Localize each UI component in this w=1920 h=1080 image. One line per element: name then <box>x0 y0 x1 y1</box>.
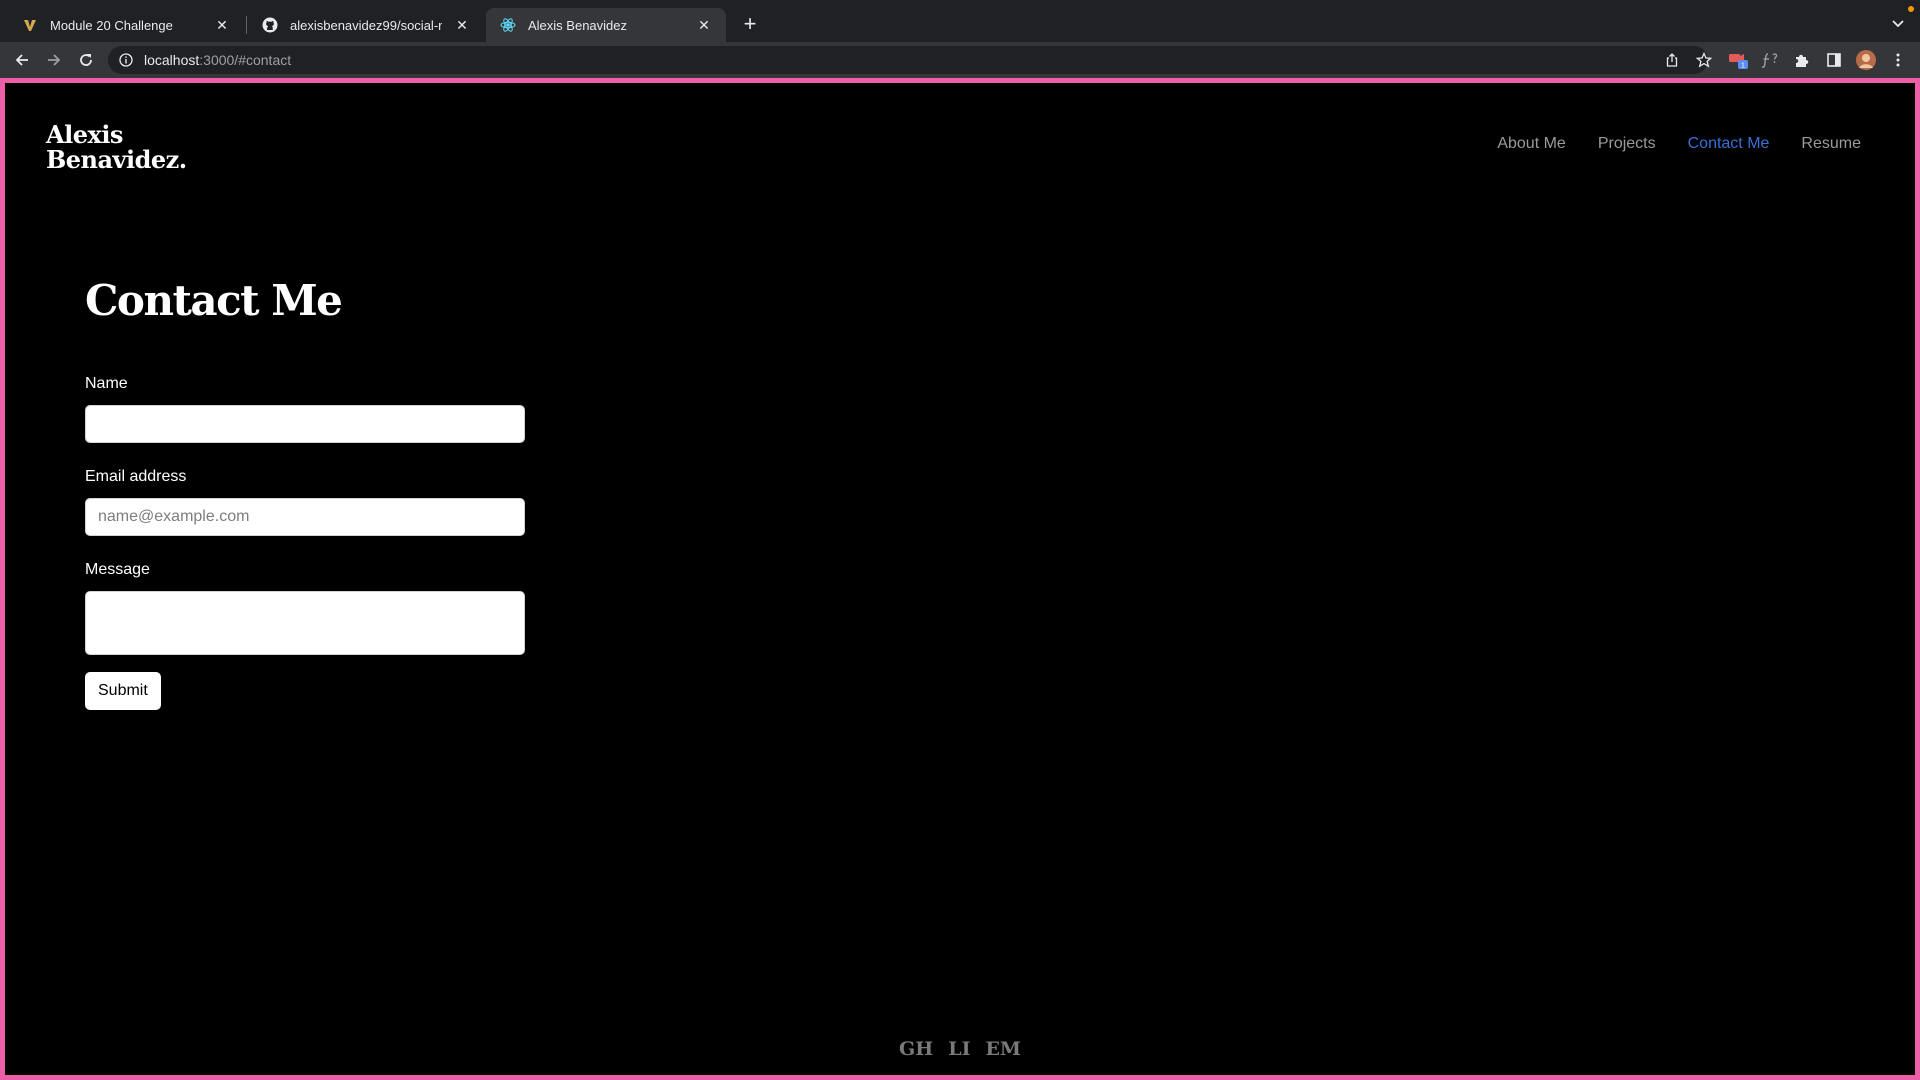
back-arrow-icon[interactable] <box>10 48 34 72</box>
tab-alexis-benavidez[interactable]: Alexis Benavidez ✕ <box>486 8 726 42</box>
profile-avatar[interactable] <box>1854 48 1878 72</box>
browser-tab-strip: Module 20 Challenge ✕ alexisbenavidez99/… <box>0 0 1920 42</box>
message-field[interactable] <box>85 591 525 655</box>
github-icon <box>262 17 278 33</box>
url-host: localhost <box>144 52 200 68</box>
reload-icon[interactable] <box>74 48 98 72</box>
kebab-menu-icon[interactable] <box>1886 48 1910 72</box>
linkedin-link[interactable]: LI <box>948 1038 970 1060</box>
page-title: Contact Me <box>85 276 343 325</box>
nav-contact-me[interactable]: Contact Me <box>1688 135 1770 153</box>
site-info-icon[interactable] <box>118 52 134 68</box>
email-field[interactable] <box>85 498 525 536</box>
url-path: :3000/#contact <box>199 52 292 68</box>
submit-button[interactable]: Submit <box>85 672 161 710</box>
site-logo[interactable]: Alexis Benavidez. <box>46 122 187 172</box>
close-tab-icon[interactable]: ✕ <box>696 17 712 33</box>
email-label: Email address <box>85 468 187 485</box>
url-text: localhost:3000/#contact <box>144 52 291 68</box>
close-tab-icon[interactable]: ✕ <box>214 17 230 33</box>
footer-social-links: GH LI EM <box>5 1038 1915 1060</box>
react-icon <box>500 17 516 33</box>
nav-resume[interactable]: Resume <box>1801 135 1861 153</box>
tab-divider <box>246 16 247 34</box>
main-nav: About Me Projects Contact Me Resume <box>1497 135 1861 153</box>
contact-section: Contact Me Name Email address Message Su… <box>85 273 525 710</box>
notification-dot <box>1908 6 1914 12</box>
puzzle-extensions-icon[interactable] <box>1790 48 1814 72</box>
tab-github-repo[interactable]: alexisbenavidez99/social-netw ✕ <box>248 8 484 42</box>
github-link[interactable]: GH <box>899 1038 933 1060</box>
logo-line-2: Benavidez. <box>46 145 187 174</box>
page-viewport: Alexis Benavidez. About Me Projects Cont… <box>0 78 1920 1080</box>
logo-line-1: Alexis <box>46 120 123 149</box>
share-icon[interactable] <box>1660 48 1684 72</box>
name-field[interactable] <box>85 405 525 443</box>
tab-title: Alexis Benavidez <box>528 17 627 33</box>
tab-title: alexisbenavidez99/social-netw <box>290 17 442 33</box>
browser-toolbar: localhost:3000/#contact 1 <box>0 42 1920 78</box>
message-label: Message <box>85 561 150 578</box>
name-label: Name <box>85 375 128 392</box>
tab-title: Module 20 Challenge <box>50 17 173 33</box>
address-bar[interactable]: localhost:3000/#contact <box>108 46 1712 74</box>
forward-arrow-icon[interactable] <box>42 48 66 72</box>
bookmark-star-icon[interactable] <box>1692 48 1716 72</box>
formula-extension-icon[interactable] <box>1758 48 1782 72</box>
tab-module-20-challenge[interactable]: Module 20 Challenge ✕ <box>8 8 244 42</box>
extension-badge: 1 <box>1741 63 1745 70</box>
email-link[interactable]: EM <box>985 1038 1021 1060</box>
nav-about-me[interactable]: About Me <box>1497 135 1565 153</box>
extension-camera-icon[interactable]: 1 <box>1726 48 1750 72</box>
vanderbilt-v-icon <box>22 17 38 33</box>
side-panel-icon[interactable] <box>1822 48 1846 72</box>
new-tab-button[interactable]: + <box>738 11 762 36</box>
nav-projects[interactable]: Projects <box>1598 135 1656 153</box>
tab-search-chevron-icon[interactable] <box>1886 14 1910 34</box>
close-tab-icon[interactable]: ✕ <box>454 17 470 33</box>
